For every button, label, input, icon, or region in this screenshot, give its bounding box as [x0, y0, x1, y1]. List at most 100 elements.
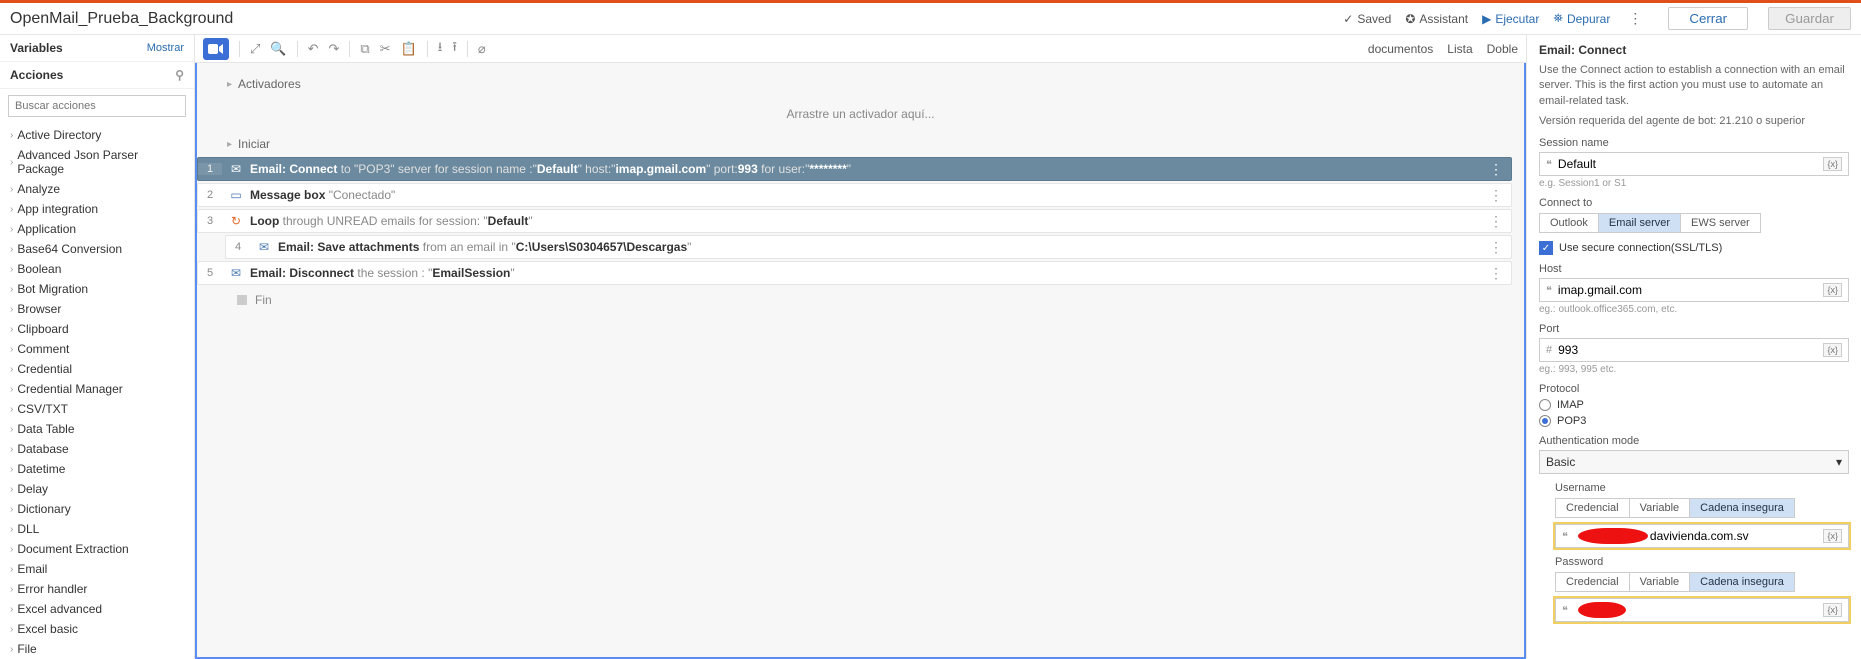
- triggers-section[interactable]: ▸ Activadores: [197, 73, 1524, 95]
- copy-icon[interactable]: ⧉: [360, 41, 369, 57]
- step-menu-icon[interactable]: ⋮: [1481, 239, 1511, 256]
- checkbox-checked-icon[interactable]: ✓: [1539, 241, 1553, 255]
- action-category-item[interactable]: ›Data Table: [6, 419, 188, 439]
- action-category-item[interactable]: ›Clipboard: [6, 319, 188, 339]
- record-button[interactable]: [203, 38, 229, 60]
- password-field[interactable]: ❝ {x}: [1555, 598, 1849, 622]
- step-menu-icon[interactable]: ⋮: [1481, 213, 1511, 230]
- action-category-item[interactable]: ›File: [6, 639, 188, 659]
- host-field[interactable]: ❝ {x}: [1539, 278, 1849, 302]
- undo-icon[interactable]: ↶: [308, 41, 319, 57]
- tab-option[interactable]: Variable: [1630, 573, 1691, 591]
- tab-option[interactable]: EWS server: [1681, 214, 1760, 232]
- save-button[interactable]: Guardar: [1768, 7, 1851, 30]
- action-category-item[interactable]: ›Email: [6, 559, 188, 579]
- password-source-tabs: CredencialVariableCadena insegura: [1555, 572, 1795, 592]
- variable-picker-icon[interactable]: {x}: [1823, 283, 1842, 297]
- tab-option[interactable]: Cadena insegura: [1690, 573, 1794, 591]
- ssl-checkbox-row[interactable]: ✓ Use secure connection(SSL/TLS): [1539, 241, 1849, 255]
- step-menu-icon[interactable]: ⋮: [1481, 187, 1511, 204]
- action-category-item[interactable]: ›DLL: [6, 519, 188, 539]
- action-category-item[interactable]: ›Base64 Conversion: [6, 239, 188, 259]
- action-category-item[interactable]: ›Analyze: [6, 179, 188, 199]
- variable-picker-icon[interactable]: {x}: [1823, 157, 1842, 171]
- protocol-radio-pop3[interactable]: POP3: [1539, 415, 1849, 427]
- action-category-item[interactable]: ›Credential Manager: [6, 379, 188, 399]
- camera-icon: [208, 43, 224, 55]
- flow-step-row[interactable]: 2▭Message box "Conectado"⋮: [197, 183, 1512, 207]
- flow-step-row[interactable]: 4✉Email: Save attachments from an email …: [225, 235, 1512, 259]
- actions-search-input[interactable]: [8, 95, 186, 117]
- action-category-item[interactable]: › Datetime: [6, 459, 188, 479]
- view-list[interactable]: Lista: [1447, 42, 1472, 56]
- auth-mode-select[interactable]: Basic ▾: [1539, 450, 1849, 474]
- action-category-item[interactable]: ›Bot Migration: [6, 279, 188, 299]
- search-icon[interactable]: 🔍: [270, 41, 286, 57]
- action-category-item[interactable]: ›App integration: [6, 199, 188, 219]
- chevron-right-icon: ›: [10, 544, 13, 555]
- trigger-drop-zone[interactable]: Arrastre un activador aquí...: [197, 95, 1524, 133]
- step-menu-icon[interactable]: ⋮: [1481, 265, 1511, 282]
- variables-show-link[interactable]: Mostrar: [147, 42, 184, 54]
- username-field[interactable]: ❝ {x}: [1555, 524, 1849, 548]
- run-button[interactable]: ▶ Ejecutar: [1482, 12, 1539, 26]
- line-number: 2: [198, 189, 222, 201]
- action-category-item[interactable]: ›Delay: [6, 479, 188, 499]
- variable-picker-icon[interactable]: {x}: [1823, 603, 1842, 617]
- start-section[interactable]: ▸ Iniciar: [197, 133, 1524, 155]
- step-menu-icon[interactable]: ⋮: [1481, 161, 1511, 178]
- action-category-item[interactable]: ›CSV/TXT: [6, 399, 188, 419]
- tab-option[interactable]: Cadena insegura: [1690, 499, 1794, 517]
- action-category-item[interactable]: ›Error handler: [6, 579, 188, 599]
- view-documents[interactable]: documentos: [1368, 42, 1433, 56]
- tab-option[interactable]: Email server: [1599, 214, 1681, 232]
- tab-option[interactable]: Credencial: [1556, 499, 1630, 517]
- connect-to-label: Connect to: [1539, 197, 1849, 209]
- bot-title: OpenMail_Prueba_Background: [10, 10, 233, 28]
- flow-step-row[interactable]: 5✉Email: Disconnect the session : "Email…: [197, 261, 1512, 285]
- action-category-item[interactable]: ›Document Extraction: [6, 539, 188, 559]
- variable-picker-icon[interactable]: {x}: [1823, 343, 1842, 357]
- action-category-item[interactable]: ›Browser: [6, 299, 188, 319]
- pin-icon[interactable]: ⚲: [175, 68, 184, 82]
- center-panel: ⤢ 🔍 ↶ ↷ ⧉ ✂ 📋 ⭳ ⭱ ⌀ documentos Lista Dob…: [195, 35, 1527, 659]
- protocol-radio-imap[interactable]: IMAP: [1539, 399, 1849, 411]
- flow-step-row[interactable]: 1✉Email: Connect to "POP3" server for se…: [197, 157, 1512, 181]
- variable-picker-icon[interactable]: {x}: [1823, 529, 1842, 543]
- action-label: Datetime: [17, 462, 65, 476]
- action-category-item[interactable]: ›Comment: [6, 339, 188, 359]
- tab-option[interactable]: Variable: [1630, 499, 1691, 517]
- download-icon[interactable]: ⭳: [438, 38, 443, 60]
- action-category-item[interactable]: ›Excel basic: [6, 619, 188, 639]
- more-menu[interactable]: ⋮: [1624, 10, 1646, 27]
- disable-icon[interactable]: ⌀: [478, 41, 486, 57]
- port-field[interactable]: # {x}: [1539, 338, 1849, 362]
- port-input[interactable]: [1558, 343, 1823, 357]
- tab-option[interactable]: Outlook: [1540, 214, 1599, 232]
- tab-option[interactable]: Credencial: [1556, 573, 1630, 591]
- action-category-item[interactable]: ›Dictionary: [6, 499, 188, 519]
- paste-icon[interactable]: 📋: [401, 41, 417, 57]
- action-label: DLL: [17, 522, 39, 536]
- host-input[interactable]: [1558, 283, 1824, 297]
- debug-button[interactable]: ⛯ Depurar: [1553, 11, 1610, 26]
- action-category-item[interactable]: ›Credential: [6, 359, 188, 379]
- assistant-button[interactable]: ✪ Assistant: [1405, 12, 1468, 26]
- cut-icon[interactable]: ✂: [380, 41, 391, 57]
- action-category-item[interactable]: ›Boolean: [6, 259, 188, 279]
- view-dual[interactable]: Doble: [1487, 42, 1518, 56]
- arrow-expand-icon[interactable]: ⤢: [250, 41, 260, 57]
- session-name-input[interactable]: [1558, 157, 1824, 171]
- action-category-item[interactable]: ›Active Directory: [6, 125, 188, 145]
- action-category-item[interactable]: ›Advanced Json Parser Package: [6, 145, 188, 179]
- action-category-item[interactable]: ›Database: [6, 439, 188, 459]
- saved-status: ✓ Saved: [1343, 12, 1391, 26]
- close-button[interactable]: Cerrar: [1668, 7, 1748, 30]
- action-category-item[interactable]: ›Excel advanced: [6, 599, 188, 619]
- upload-icon[interactable]: ⭱: [452, 38, 457, 60]
- action-category-item[interactable]: ›Application: [6, 219, 188, 239]
- chevron-right-icon: ›: [10, 464, 13, 475]
- session-name-field[interactable]: ❝ {x}: [1539, 152, 1849, 176]
- flow-step-row[interactable]: 3↻Loop through UNREAD emails for session…: [197, 209, 1512, 233]
- redo-icon[interactable]: ↷: [329, 41, 340, 57]
